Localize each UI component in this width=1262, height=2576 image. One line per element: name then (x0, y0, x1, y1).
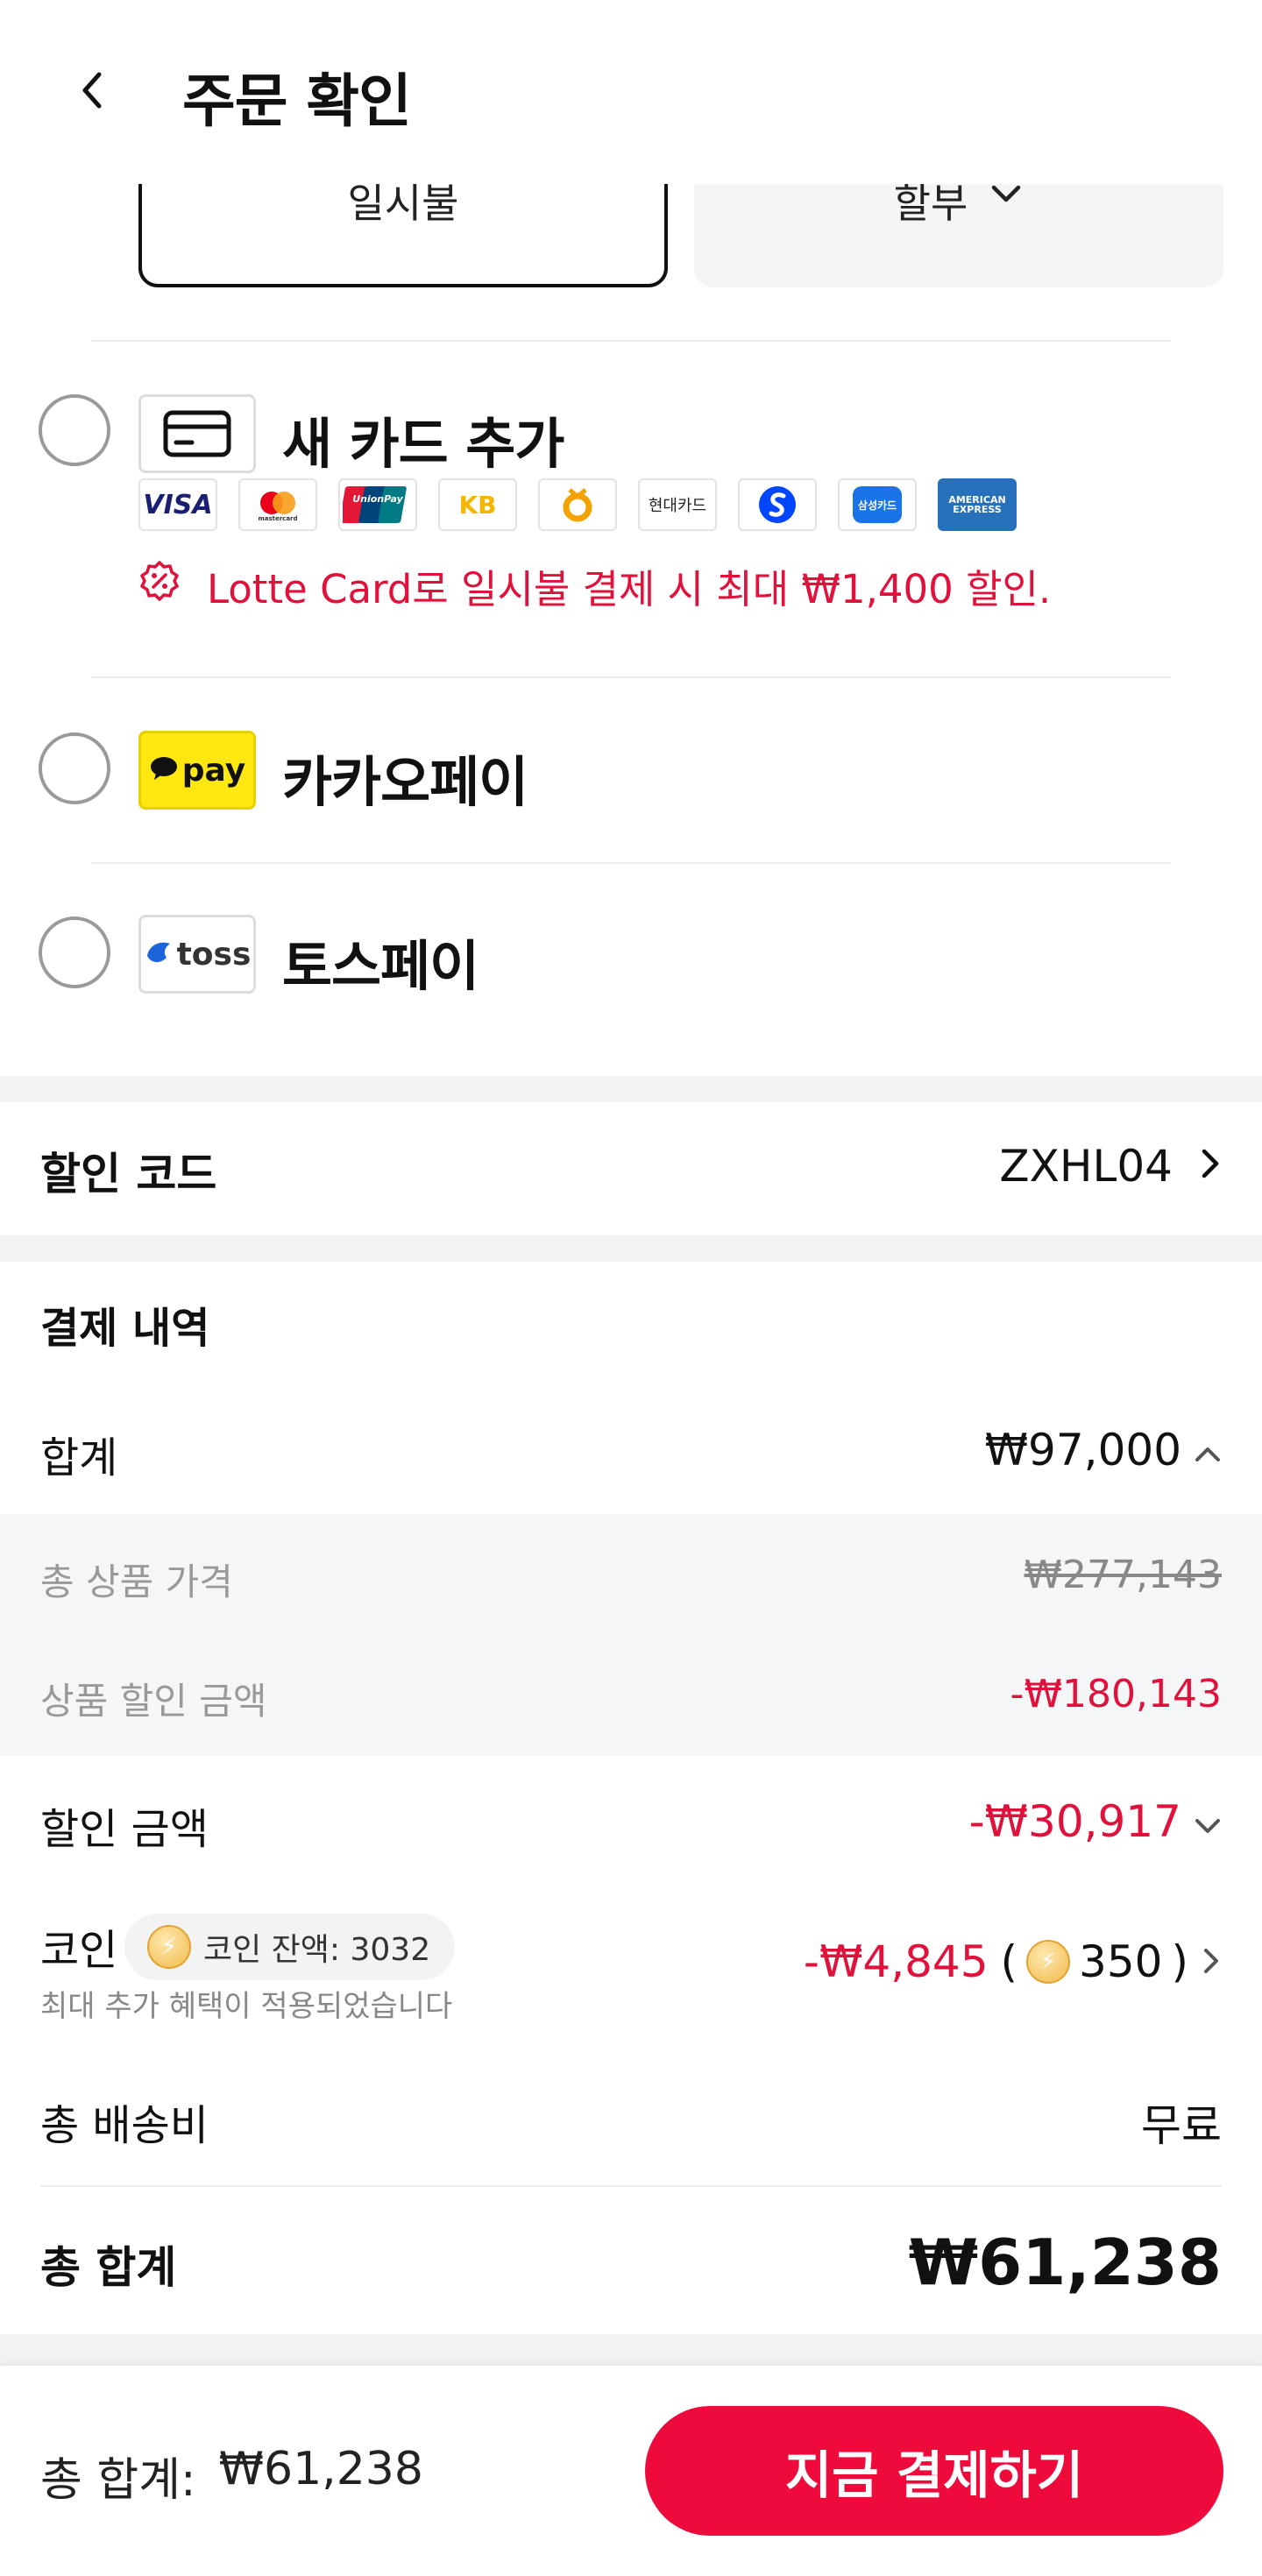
svg-text:UnionPay: UnionPay (352, 493, 403, 505)
section-separator (0, 2334, 1262, 2366)
speech-bubble-icon (149, 755, 179, 785)
coin-icon: ⚡ (1026, 1940, 1071, 1984)
bottom-total-value: ₩61,238 (218, 2443, 423, 2495)
subtotal-row[interactable]: 합계 ₩97,000 (0, 1402, 1262, 1498)
shipping-value: 무료 (1141, 2100, 1222, 2151)
installment-plan-text: 할부 (893, 180, 968, 227)
samsung-card-text: 삼성카드 (853, 486, 902, 523)
tosspay-radio[interactable] (39, 916, 110, 988)
chevron-right-icon (1201, 1936, 1222, 1987)
kakaopay-label: 카카오페이 (282, 750, 528, 814)
back-button[interactable] (70, 70, 114, 114)
new-card-radio[interactable] (39, 394, 110, 466)
card-promo: Lotte Card로 일시불 결제 시 최대 ₩1,400 할인. (138, 557, 1051, 614)
discount-amount-label: 할인 금액 (40, 1805, 209, 1854)
discount-amount-value: -₩30,917 (968, 1796, 1181, 1847)
divider (91, 862, 1171, 864)
shinhan-card-icon (738, 478, 817, 531)
divider (40, 2185, 1222, 2187)
discount-badge-icon (138, 560, 181, 612)
chevron-down-icon (989, 180, 1024, 284)
chevron-right-icon (1199, 1141, 1222, 1192)
visa-icon: VISA (138, 478, 217, 531)
discount-code-value-wrap: ZXHL04 (999, 1141, 1222, 1192)
section-separator (0, 1076, 1262, 1102)
payment-details-title: 결제 내역 (40, 1304, 210, 1353)
kakaopay-logo-text: pay (181, 752, 246, 789)
close-paren: ) (1171, 1936, 1188, 1987)
card-promo-text: Lotte Card로 일시불 결제 시 최대 ₩1,400 할인. (207, 566, 1052, 612)
tosspay-logo: toss (138, 915, 256, 994)
unionpay-icon: UnionPay (338, 478, 417, 531)
kb-card-icon: KB (438, 478, 517, 531)
chevron-up-icon (1194, 1425, 1222, 1476)
product-discount-label: 상품 할인 금액 (40, 1680, 267, 1723)
discount-code-row[interactable]: 할인 코드 ZXHL04 (0, 1102, 1262, 1235)
discount-code-label: 할인 코드 (40, 1149, 217, 1200)
coin-value-wrap: -₩4,845 ( ⚡ 350 ) (804, 1936, 1222, 1987)
coin-note: 최대 추가 혜택이 적용되었습니다 (40, 1989, 453, 2024)
total-product-price-value: ₩277,143 (1024, 1553, 1222, 1597)
card-icon (138, 394, 256, 473)
page-title: 주문 확인 (182, 67, 412, 135)
tosspay-logo-text: toss (176, 936, 252, 973)
amex-icon: AMERICAN EXPRESS (938, 478, 1017, 531)
samsung-card-icon: 삼성카드 (838, 478, 917, 531)
new-card-label: 새 카드 추가 (282, 412, 564, 476)
svg-text:KB: KB (458, 491, 496, 520)
coins-used: 350 (1079, 1936, 1163, 1987)
grand-total-label: 총 합계 (40, 2242, 177, 2293)
open-paren: ( (1000, 1936, 1018, 1987)
discount-amount-value-wrap: -₩30,917 (969, 1796, 1222, 1847)
toss-icon (144, 937, 175, 972)
coin-label: 코인 (40, 1926, 118, 1975)
divider (91, 340, 1171, 342)
subtotal-label: 합계 (40, 1433, 118, 1483)
divider (91, 676, 1171, 678)
shipping-label: 총 배송비 (40, 2101, 209, 2150)
coin-discount-value: -₩4,845 (803, 1936, 989, 1987)
subtotal-value-wrap: ₩97,000 (985, 1425, 1222, 1476)
nh-card-icon (538, 478, 617, 531)
pay-now-button[interactable]: 지금 결제하기 (645, 2406, 1223, 2536)
coin-balance-text: 코인 잔액: 3032 (203, 1932, 431, 1968)
subtotal-value: ₩97,000 (984, 1425, 1181, 1476)
installment-lump-sum-tab-visible[interactable]: 일시불 (138, 184, 668, 287)
chevron-down-icon (1194, 1796, 1222, 1847)
bottom-total-label: 총 합계: (40, 2454, 196, 2507)
installment-plan-visible[interactable]: 할부 (694, 184, 1223, 287)
discount-code-value: ZXHL04 (999, 1141, 1173, 1192)
hyundai-card-icon: 현대카드 (638, 478, 717, 531)
bottom-total: 총 합계: ₩61,238 (40, 2443, 423, 2509)
coin-used-wrap: ( ⚡ 350 ) (1001, 1936, 1188, 1987)
total-product-price-label: 총 상품 가격 (40, 1560, 233, 1603)
grand-total-value: ₩61,238 (908, 2226, 1222, 2299)
discount-amount-row[interactable]: 할인 금액 -₩30,917 (0, 1770, 1262, 1875)
kakaopay-radio[interactable] (39, 732, 110, 804)
coin-balance-badge: ⚡ 코인 잔액: 3032 (124, 1914, 456, 1980)
tosspay-label: 토스페이 (282, 934, 479, 998)
header: 주문 확인 (0, 0, 1262, 184)
product-discount-value: -₩180,143 (1010, 1672, 1222, 1716)
section-separator (0, 1235, 1262, 1262)
mastercard-icon: mastercard (238, 478, 317, 531)
kakaopay-logo: pay (138, 731, 256, 810)
chevron-left-icon (76, 69, 108, 115)
svg-text:mastercard: mastercard (258, 515, 297, 522)
coin-icon: ⚡ (147, 1925, 191, 1969)
card-brand-list: VISA mastercard UnionPay KB 현대카드 삼성카드 AM… (138, 478, 1017, 531)
